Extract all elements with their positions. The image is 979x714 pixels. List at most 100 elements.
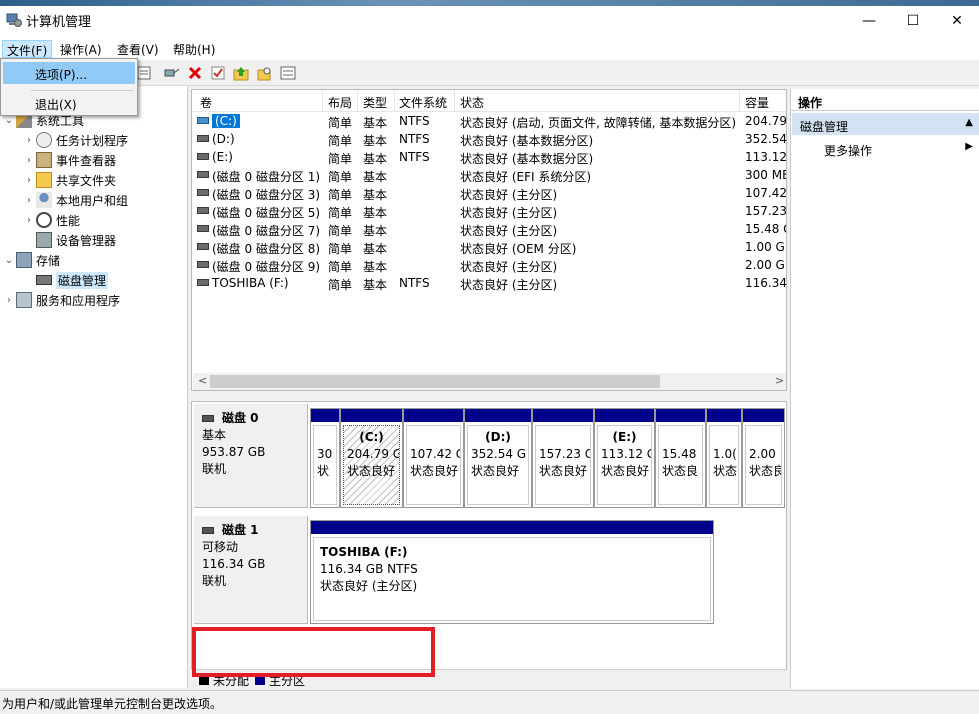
table-row[interactable]: (C:) 简单 基本 NTFS 状态良好 (启动, 页面文件, 故障转储, 基本数据分区… (192, 112, 786, 130)
tree-item-event-viewer[interactable]: › 事件查看器 (22, 150, 116, 170)
scrollbar-thumb[interactable] (210, 375, 660, 388)
tree-item-task-scheduler[interactable]: › 任务计划程序 (22, 130, 128, 150)
cell-status: 状态良好 (主分区) (460, 224, 558, 238)
menu-action[interactable]: 操作(A) (56, 40, 106, 58)
partition-name: (D:) (485, 430, 511, 444)
list-button[interactable] (279, 64, 297, 82)
table-row[interactable]: (D:) 简单 基本 NTFS 状态良好 (基本数据分区) 352.54 (192, 130, 787, 148)
up-folder-button[interactable] (232, 64, 250, 82)
partition-toshiba-f[interactable]: TOSHIBA (F:) 116.34 GB NTFS 状态良好 (主分区) (310, 520, 714, 624)
connect-icon (164, 68, 180, 77)
cell-layout: 简单 (328, 242, 353, 256)
tree-item-services-apps[interactable]: › 服务和应用程序 (2, 290, 120, 310)
event-viewer-icon (36, 152, 52, 168)
close-button[interactable]: ✕ (934, 6, 979, 36)
tree-label: 任务计划程序 (56, 133, 129, 148)
cell-layout: 简单 (328, 206, 353, 220)
partition-disk0-8[interactable]: 2.00 状态良 (742, 408, 785, 508)
cell-cap: 107.42 (745, 186, 787, 200)
partition-disk0-7[interactable]: 1.0(状态 (706, 408, 742, 508)
chevron-right-icon[interactable]: › (22, 175, 36, 186)
partition-disk0-5[interactable]: (E:) 113.12 G 状态良好 (594, 408, 655, 508)
chevron-down-icon[interactable]: ⌄ (2, 255, 16, 266)
table-row[interactable]: (磁盘 0 磁盘分区 5) 简单 基本 状态良好 (主分区) 157.23 (192, 202, 786, 220)
delete-button[interactable] (186, 64, 204, 82)
menu-item-options[interactable]: 选项(P)... (3, 62, 135, 84)
menu-help[interactable]: 帮助(H) (169, 40, 219, 58)
menu-item-exit[interactable]: 退出(X) (3, 92, 135, 114)
disk-0-label[interactable]: 磁盘 0 基本 953.87 GB 联机 (194, 404, 308, 508)
partition-status: 状态良好 (539, 464, 588, 478)
horizontal-scrollbar[interactable]: < > (193, 373, 786, 390)
partition-name (713, 429, 735, 446)
cell-type: 基本 (363, 152, 388, 166)
chevron-right-icon[interactable]: › (2, 295, 16, 306)
partition-disk0-4[interactable]: 157.23 G 状态良好 (532, 408, 594, 508)
table-row[interactable]: (磁盘 0 磁盘分区 9) 简单基本 状态良好 (主分区) 2.00 GE (192, 256, 786, 274)
chevron-right-icon[interactable]: › (22, 215, 36, 226)
column-header-type[interactable]: 类型 (363, 94, 387, 111)
menu-file[interactable]: 文件(F) (2, 40, 53, 58)
partition-body: (C:) 204.79 G 状态良好 (343, 425, 400, 505)
table-row[interactable]: (磁盘 0 磁盘分区 1) 简单 基本 状态良好 (EFI 系统分区) 300 ME (192, 166, 786, 184)
scroll-right-icon[interactable]: > (775, 374, 784, 387)
table-row[interactable]: (磁盘 0 磁盘分区 8) 简单基本 状态良好 (OEM 分区) 1.00 GE (192, 238, 786, 256)
partition-status: 状态 (713, 464, 738, 478)
menu-view[interactable]: 查看(V) (113, 40, 163, 58)
tree-item-disk-management[interactable]: 磁盘管理 (22, 270, 109, 290)
chevron-down-icon[interactable]: ⌄ (2, 115, 16, 126)
disk-1-label[interactable]: 磁盘 1 可移动 116.34 GB 联机 (194, 516, 308, 624)
cell-status: 状态良好 (基本数据分区) (460, 152, 594, 166)
device-manager-icon (36, 232, 52, 248)
cell-layout: 简单 (328, 170, 353, 184)
annotation-highlight-box (192, 627, 435, 677)
tree-item-device-manager[interactable]: 设备管理器 (22, 230, 116, 250)
tree-label: 设备管理器 (56, 233, 117, 248)
partition-size: 2.00 (749, 447, 776, 461)
tree-item-performance[interactable]: › 性能 (22, 210, 80, 230)
collapse-icon[interactable]: ▲ (965, 117, 973, 128)
cell-cap: 352.54 (745, 132, 787, 146)
tree-item-shared-folders[interactable]: › 共享文件夹 (22, 170, 116, 190)
maximize-icon: ☐ (906, 13, 920, 29)
chevron-right-icon[interactable]: › (22, 195, 36, 206)
search-folder-button[interactable] (256, 64, 274, 82)
status-text: 为用户和/或此管理单元控制台更改选项。 (2, 697, 223, 711)
tree-item-storage[interactable]: ⌄ 存储 (2, 250, 60, 270)
partition-bar (465, 409, 531, 422)
actions-section-label: 磁盘管理 (800, 120, 849, 134)
column-header-status[interactable]: 状态 (460, 94, 484, 111)
partition-bar (311, 521, 713, 534)
partition-disk0-0[interactable]: 30 状 (310, 408, 340, 508)
users-icon (36, 192, 52, 208)
partition-disk0-6[interactable]: 15.48 状态良 (655, 408, 706, 508)
column-header-capacity[interactable]: 容量 (745, 94, 769, 111)
chevron-right-icon[interactable]: › (22, 155, 36, 166)
partition-disk0-1[interactable]: (C:) 204.79 G 状态良好 (340, 408, 403, 508)
cell-type: 基本 (363, 188, 388, 202)
column-header-layout[interactable]: 布局 (328, 94, 352, 111)
partition-body: 107.42 G 状态良好 (406, 425, 461, 505)
partition-disk0-2[interactable]: 107.42 G 状态良好 (403, 408, 464, 508)
partition-body: 15.48 状态良 (658, 425, 703, 505)
scroll-left-icon[interactable]: < (198, 374, 207, 387)
cell-vol: (磁盘 0 磁盘分区 5) (212, 206, 320, 220)
cell-type: 基本 (363, 116, 388, 130)
table-row[interactable]: (磁盘 0 磁盘分区 3) 简单 基本 状态良好 (主分区) 107.42 (192, 184, 787, 202)
more-actions-item[interactable]: 更多操作 ▶ (792, 137, 979, 159)
chevron-right-icon[interactable]: › (22, 135, 36, 146)
column-header-filesystem[interactable]: 文件系统 (399, 94, 447, 111)
minimize-button[interactable]: — (846, 6, 892, 36)
column-header-volume[interactable]: 卷 (200, 94, 212, 111)
actions-section-disk-management[interactable]: 磁盘管理 ▲ (792, 113, 979, 135)
tree-item-local-users[interactable]: › 本地用户和组 (22, 190, 128, 210)
maximize-button[interactable]: ☐ (890, 6, 936, 36)
table-row[interactable]: (磁盘 0 磁盘分区 7) 简单基本 状态良好 (主分区) 15.48 G (192, 220, 786, 238)
partition-disk0-3[interactable]: (D:) 352.54 G 状态良好 (464, 408, 532, 508)
connect-button[interactable] (163, 64, 181, 82)
title-bar: 计算机管理 — ☐ ✕ (0, 0, 979, 40)
cell-vol: (磁盘 0 磁盘分区 7) (212, 224, 320, 238)
table-row[interactable]: (E:) 简单 基本 NTFS 状态良好 (基本数据分区) 113.12 (192, 148, 786, 166)
table-row[interactable]: TOSHIBA (F:) 简单 基本 NTFS 状态良好 (主分区) 116.34 (192, 274, 786, 292)
check-button[interactable] (209, 64, 227, 82)
